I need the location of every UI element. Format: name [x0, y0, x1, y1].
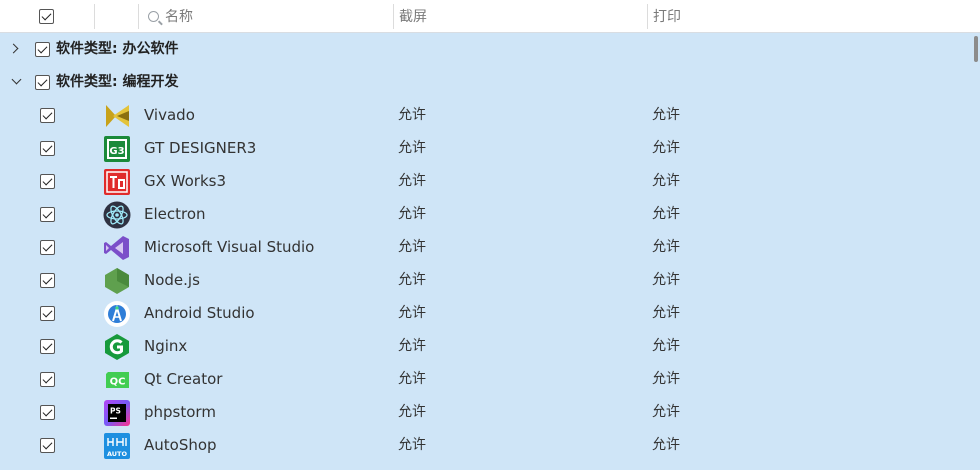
screenshot-permission[interactable]: 允许 [398, 363, 426, 396]
vertical-scrollbar[interactable] [972, 33, 980, 470]
svg-text:QC: QC [110, 377, 126, 388]
print-permission[interactable]: 允许 [652, 231, 680, 264]
screenshot-permission[interactable]: 允许 [398, 165, 426, 198]
gt-designer3-icon: G3 [104, 136, 130, 162]
nodejs-icon [105, 268, 129, 294]
print-permission[interactable]: 允许 [652, 396, 680, 429]
screenshot-permission[interactable]: 允许 [398, 264, 426, 297]
print-permission[interactable]: 允许 [652, 363, 680, 396]
select-all-checkbox[interactable] [39, 0, 54, 32]
electron-icon [103, 201, 131, 229]
app-name: Electron [144, 205, 206, 223]
table-row[interactable]: Microsoft Visual Studio 允许 允许 [0, 231, 972, 264]
table-header: 名称 截屏 打印 [0, 0, 980, 33]
name-column-header[interactable]: 名称 [148, 0, 193, 32]
print-permission[interactable]: 允许 [652, 99, 680, 132]
group-label: 软件类型: 编程开发 [56, 74, 179, 90]
screenshot-permission[interactable]: 允许 [398, 99, 426, 132]
table-row[interactable]: GX Works3 允许 允许 [0, 165, 972, 198]
print-permission[interactable]: 允许 [652, 132, 680, 165]
print-permission[interactable]: 允许 [652, 198, 680, 231]
table-row[interactable]: AUTO AutoShop 允许 允许 [0, 429, 972, 462]
screenshot-permission[interactable]: 允许 [398, 396, 426, 429]
print-permission[interactable]: 允许 [652, 165, 680, 198]
autoshop-icon: AUTO [104, 433, 130, 459]
row-checkbox[interactable] [40, 240, 55, 255]
screenshot-permission[interactable]: 允许 [398, 198, 426, 231]
nginx-icon [105, 334, 129, 360]
app-name: AutoShop [144, 436, 217, 454]
table-row[interactable]: Electron 允许 允许 [0, 198, 972, 231]
app-name: Microsoft Visual Studio [144, 238, 315, 256]
row-checkbox[interactable] [40, 438, 55, 453]
group-checkbox[interactable] [35, 75, 50, 90]
table-row[interactable]: Android Studio 允许 允许 [0, 297, 972, 330]
scrollbar-thumb[interactable] [974, 36, 978, 62]
row-checkbox[interactable] [40, 405, 55, 420]
screenshot-column-header[interactable]: 截屏 [399, 0, 427, 32]
column-divider [393, 4, 394, 29]
table-row[interactable]: Nginx 允许 允许 [0, 330, 972, 363]
app-name: GT DESIGNER3 [144, 139, 257, 157]
app-name: Vivado [144, 106, 195, 124]
group-label: 软件类型: 办公软件 [56, 41, 179, 57]
print-permission[interactable]: 允许 [652, 330, 680, 363]
row-checkbox[interactable] [40, 207, 55, 222]
row-checkbox[interactable] [40, 174, 55, 189]
chevron-down-icon[interactable] [11, 74, 22, 85]
app-name: Android Studio [144, 304, 255, 322]
screenshot-permission[interactable]: 允许 [398, 231, 426, 264]
print-permission[interactable]: 允许 [652, 429, 680, 462]
phpstorm-icon: PS [104, 400, 130, 426]
row-checkbox[interactable] [40, 372, 55, 387]
print-column-header[interactable]: 打印 [653, 0, 681, 32]
android-studio-icon [104, 301, 130, 327]
group-row-programming[interactable]: 软件类型: 编程开发 [0, 66, 972, 99]
column-divider [94, 4, 95, 29]
screenshot-permission[interactable]: 允许 [398, 297, 426, 330]
row-checkbox[interactable] [40, 141, 55, 156]
svg-text:G3: G3 [109, 146, 124, 157]
column-divider [138, 4, 139, 29]
table-body: 软件类型: 办公软件 软件类型: 编程开发 Vivado 允许 允许 G3 GT… [0, 33, 980, 470]
row-checkbox[interactable] [40, 339, 55, 354]
app-name: phpstorm [144, 403, 216, 421]
vivado-icon [106, 105, 129, 127]
search-icon[interactable] [148, 10, 159, 22]
print-column-label: 打印 [653, 9, 681, 25]
screenshot-permission[interactable]: 允许 [398, 330, 426, 363]
column-divider [647, 4, 648, 29]
table-row[interactable]: Vivado 允许 允许 [0, 99, 972, 132]
row-checkbox[interactable] [40, 306, 55, 321]
table-row[interactable]: Node.js 允许 允许 [0, 264, 972, 297]
svg-text:AUTO: AUTO [107, 450, 128, 458]
group-checkbox[interactable] [35, 42, 50, 57]
chevron-right-icon[interactable] [8, 43, 19, 54]
row-checkbox[interactable] [40, 273, 55, 288]
gx-works3-icon [104, 169, 130, 195]
screenshot-permission[interactable]: 允许 [398, 429, 426, 462]
screenshot-column-label: 截屏 [399, 9, 427, 25]
table-row[interactable]: PS phpstorm 允许 允许 [0, 396, 972, 429]
name-column-label: 名称 [165, 9, 193, 25]
table-row[interactable]: QC Qt Creator 允许 允许 [0, 363, 972, 396]
app-name: Node.js [144, 271, 200, 289]
print-permission[interactable]: 允许 [652, 297, 680, 330]
row-checkbox[interactable] [40, 108, 55, 123]
group-row-office[interactable]: 软件类型: 办公软件 [0, 33, 972, 66]
app-name: Qt Creator [144, 370, 223, 388]
qt-creator-icon: QC [106, 372, 129, 388]
table-row[interactable]: G3 GT DESIGNER3 允许 允许 [0, 132, 972, 165]
app-name: GX Works3 [144, 172, 227, 190]
svg-text:PS: PS [110, 407, 121, 416]
print-permission[interactable]: 允许 [652, 264, 680, 297]
screenshot-permission[interactable]: 允许 [398, 132, 426, 165]
app-name: Nginx [144, 337, 188, 355]
visual-studio-icon [104, 236, 129, 260]
